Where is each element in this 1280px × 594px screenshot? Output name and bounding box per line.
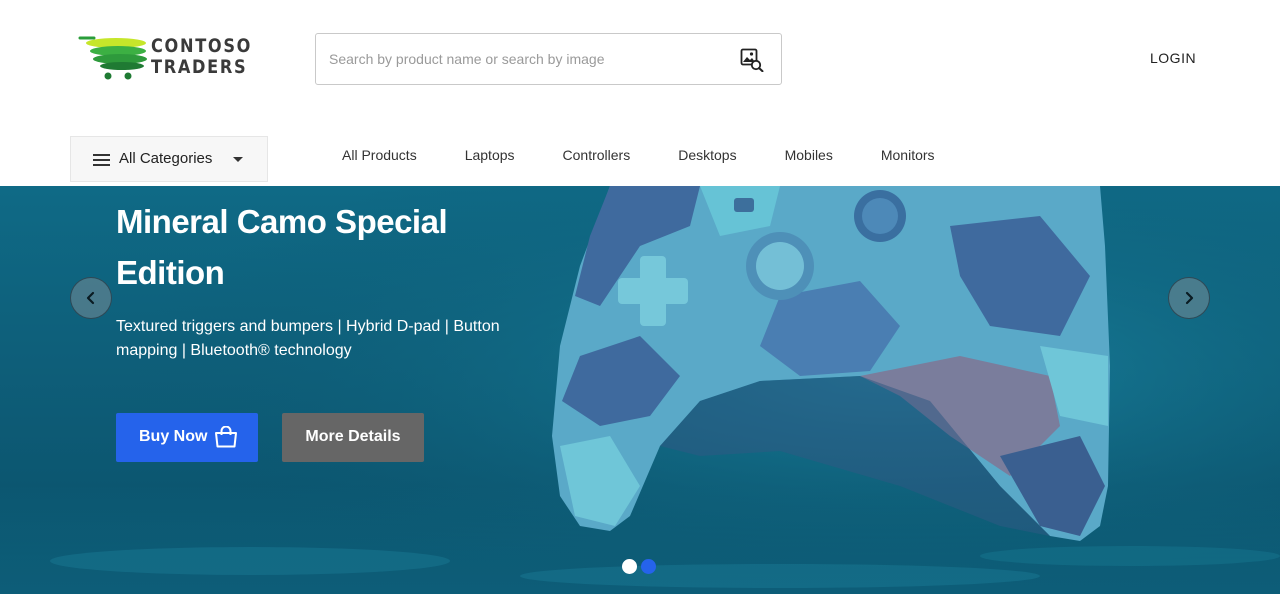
buy-now-label: Buy Now xyxy=(139,428,208,445)
caret-down-icon xyxy=(233,157,243,162)
hero-description: Textured triggers and bumpers | Hybrid D… xyxy=(116,318,500,359)
carousel-prev-button[interactable] xyxy=(70,277,112,319)
nav-monitors[interactable]: Monitors xyxy=(881,147,935,167)
more-details-button[interactable]: More Details xyxy=(282,413,424,462)
site-header: CONTOSO TRADERS LOGIN All Categories All… xyxy=(0,0,1280,186)
logo-line-2: TRADERS xyxy=(151,56,248,78)
category-nav: All Products Laptops Controllers Desktop… xyxy=(318,147,959,167)
carousel-next-button[interactable] xyxy=(1168,277,1210,319)
chevron-left-icon xyxy=(86,291,95,305)
hero-carousel: Mineral Camo Special Edition Textured tr… xyxy=(0,186,1280,594)
logo-text: CONTOSO TRADERS xyxy=(151,36,252,78)
menu-icon xyxy=(93,154,110,166)
buy-now-button[interactable]: Buy Now xyxy=(116,413,258,462)
hero-title: Mineral Camo Special Edition xyxy=(116,203,448,291)
contoso-traders-logo[interactable]: CONTOSO TRADERS xyxy=(78,34,258,84)
chevron-right-icon xyxy=(1185,291,1194,305)
nav-desktops[interactable]: Desktops xyxy=(678,147,736,167)
cart-logo-icon xyxy=(78,36,147,80)
logo-line-1: CONTOSO xyxy=(151,35,253,57)
search-input[interactable] xyxy=(329,48,729,70)
all-categories-label: All Categories xyxy=(119,150,213,167)
more-details-label: More Details xyxy=(305,428,401,445)
nav-laptops[interactable]: Laptops xyxy=(465,147,515,167)
login-link[interactable]: LOGIN xyxy=(1150,50,1196,66)
all-categories-dropdown[interactable]: All Categories xyxy=(70,136,268,182)
image-search-icon[interactable] xyxy=(740,48,764,73)
carousel-dot-2[interactable] xyxy=(641,559,656,574)
nav-mobiles[interactable]: Mobiles xyxy=(785,147,833,167)
search-bar xyxy=(315,33,782,85)
carousel-indicators xyxy=(622,559,660,575)
shopping-bag-icon xyxy=(215,426,237,448)
nav-controllers[interactable]: Controllers xyxy=(563,147,631,167)
carousel-dot-1[interactable] xyxy=(622,559,637,574)
nav-all-products[interactable]: All Products xyxy=(342,147,417,167)
